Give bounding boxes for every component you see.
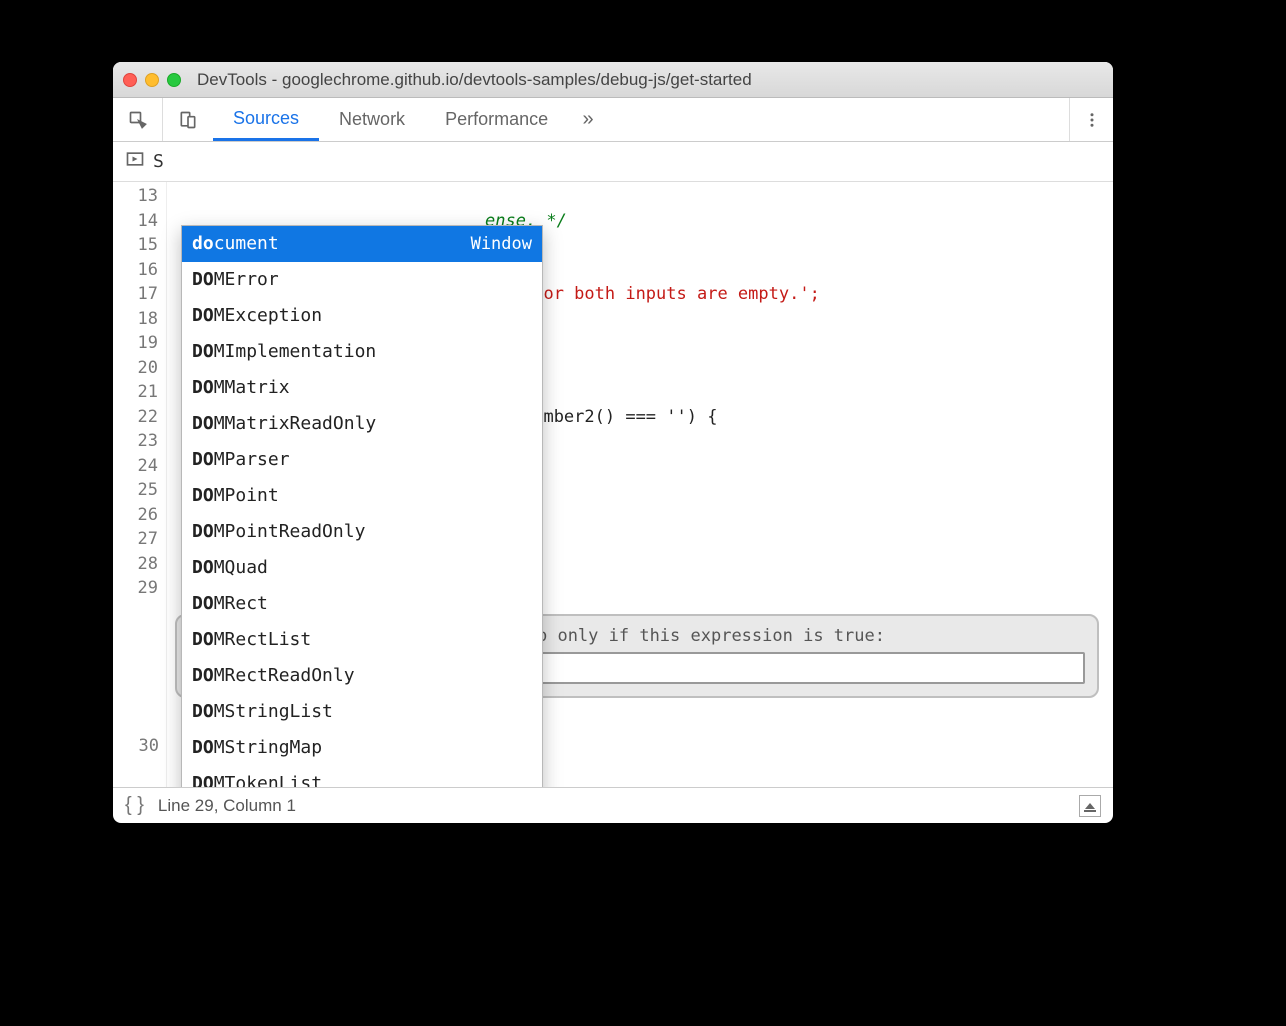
cursor-position-label: Line 29, Column 1 <box>158 796 296 816</box>
devtools-window: DevTools - googlechrome.github.io/devtoo… <box>113 62 1113 823</box>
autocomplete-item[interactable]: DOMRect <box>182 586 542 622</box>
line-number-30[interactable]: 30 <box>113 734 167 758</box>
format-code-button[interactable]: { } <box>125 794 144 817</box>
tab-sources[interactable]: Sources <box>213 98 319 141</box>
tabs-overflow-button[interactable]: » <box>568 98 608 141</box>
autocomplete-item[interactable]: DOMTokenList <box>182 766 542 787</box>
open-file-label: S <box>153 151 164 172</box>
devtools-tabbar: Sources Network Performance » <box>113 98 1113 142</box>
statusbar: { } Line 29, Column 1 <box>113 787 1113 823</box>
autocomplete-hint: Window <box>471 230 532 258</box>
sources-toolbar: S <box>113 142 1113 182</box>
tab-network[interactable]: Network <box>319 98 425 141</box>
toggle-drawer-button[interactable] <box>1079 795 1101 817</box>
toggle-device-toolbar-button[interactable] <box>163 98 213 141</box>
autocomplete-item[interactable]: DOMStringList <box>182 694 542 730</box>
autocomplete-item[interactable]: DOMPointReadOnly <box>182 514 542 550</box>
autocomplete-item[interactable]: DOMException <box>182 298 542 334</box>
autocomplete-item[interactable]: DOMStringMap <box>182 730 542 766</box>
autocomplete-item[interactable]: DOMPoint <box>182 478 542 514</box>
autocomplete-item[interactable]: DOMMatrixReadOnly <box>182 406 542 442</box>
zoom-window-button[interactable] <box>167 73 181 87</box>
toggle-navigator-button[interactable] <box>125 149 145 174</box>
autocomplete-item[interactable]: DOMQuad <box>182 550 542 586</box>
minimize-window-button[interactable] <box>145 73 159 87</box>
autocomplete-item[interactable]: DOMMatrix <box>182 370 542 406</box>
autocomplete-popup[interactable]: documentWindowDOMErrorDOMExceptionDOMImp… <box>181 225 543 787</box>
panel-tabs: Sources Network Performance » <box>213 98 1069 141</box>
close-window-button[interactable] <box>123 73 137 87</box>
line-number-gutter[interactable]: 13 14 15 16 17 18 19 20 21 22 23 24 25 2… <box>113 182 167 787</box>
window-traffic-lights <box>123 73 181 87</box>
inspect-element-button[interactable] <box>113 98 163 141</box>
titlebar: DevTools - googlechrome.github.io/devtoo… <box>113 62 1113 98</box>
settings-menu-button[interactable] <box>1069 98 1113 141</box>
code-editor[interactable]: 13 14 15 16 17 18 19 20 21 22 23 24 25 2… <box>113 182 1113 787</box>
autocomplete-item[interactable]: DOMRectReadOnly <box>182 658 542 694</box>
autocomplete-item[interactable]: DOMImplementation <box>182 334 542 370</box>
tab-performance[interactable]: Performance <box>425 98 568 141</box>
window-title: DevTools - googlechrome.github.io/devtoo… <box>197 70 752 90</box>
autocomplete-item[interactable]: documentWindow <box>182 226 542 262</box>
autocomplete-item[interactable]: DOMParser <box>182 442 542 478</box>
autocomplete-item[interactable]: DOMError <box>182 262 542 298</box>
autocomplete-item[interactable]: DOMRectList <box>182 622 542 658</box>
